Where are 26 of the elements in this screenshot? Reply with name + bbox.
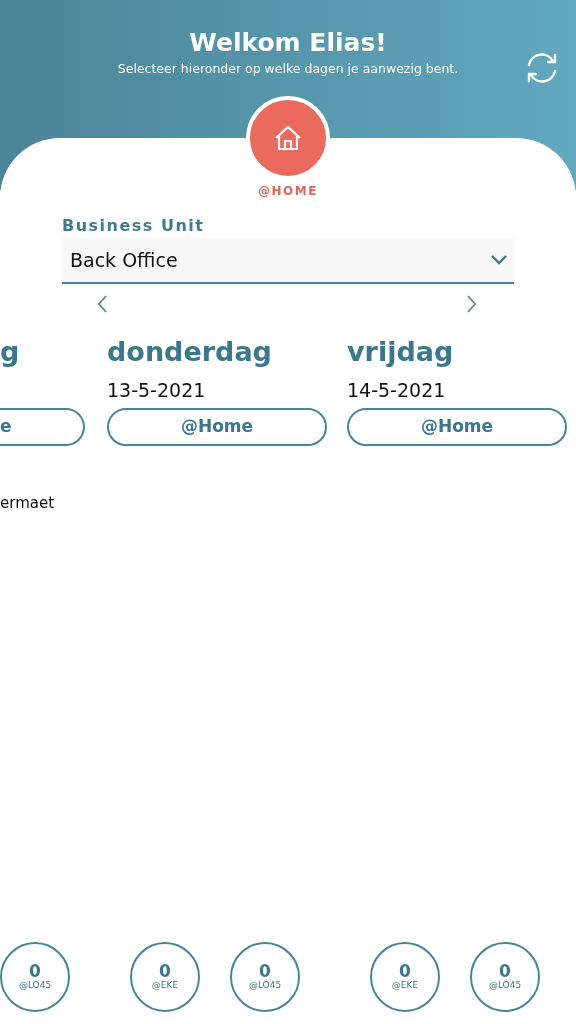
count-value: 0: [159, 962, 171, 980]
day-name: donderdag: [107, 335, 273, 369]
chevron-down-icon: [490, 254, 508, 266]
count-label: @LO45: [248, 979, 282, 992]
welcome-title: Welkom Elias!: [188, 28, 388, 58]
subtitle: Selecteer hieronder op welke dagen je aanwezig bent.: [117, 60, 459, 78]
count-label: @EKE: [391, 979, 419, 992]
day-date: 14-5-2021: [347, 378, 447, 403]
count-label: @LO45: [488, 979, 522, 992]
person-name: ermaet: [0, 493, 56, 514]
day-name: g: [0, 335, 21, 369]
count-label: @EKE: [151, 979, 179, 992]
count-value: 0: [399, 962, 411, 980]
location-button[interactable]: e: [0, 408, 85, 446]
count-value: 0: [499, 962, 511, 980]
day-date: 13-5-2021: [107, 378, 207, 403]
count-value: 0: [29, 962, 41, 980]
count-label: @LO45: [18, 979, 52, 992]
day-name: vrijdag: [347, 335, 455, 369]
location-label: @HOME: [257, 183, 319, 200]
business-unit-dropdown[interactable]: Back Office: [62, 238, 514, 284]
count-value: 0: [259, 962, 271, 980]
location-button[interactable]: @Home: [347, 408, 567, 446]
location-button[interactable]: @Home: [107, 408, 327, 446]
field-label: Business Unit: [62, 215, 206, 237]
house-icon: [274, 125, 302, 151]
